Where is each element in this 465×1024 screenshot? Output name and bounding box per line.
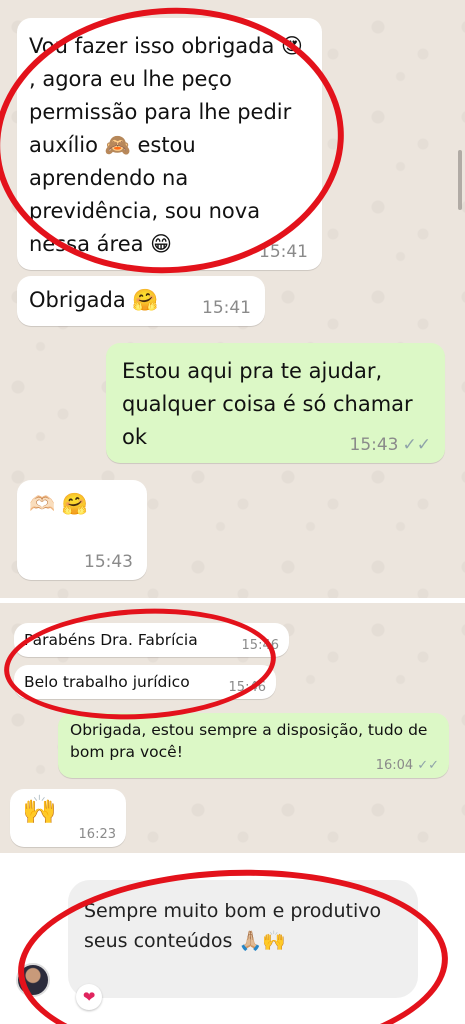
- message-time: 15:41: [202, 298, 251, 318]
- comment-text: Sempre muito bom e produtivo seus conteú…: [84, 900, 382, 952]
- incoming-message-bubble[interactable]: Vou fazer isso obrigada 😍 , agora eu lhe…: [17, 18, 322, 270]
- outgoing-message-bubble[interactable]: Obrigada, estou sempre a disposição, tud…: [58, 713, 449, 778]
- outgoing-message-bubble[interactable]: Estou aqui pra te ajudar, qualquer coisa…: [106, 343, 445, 463]
- message-text: Obrigada, estou sempre a disposição, tud…: [70, 721, 428, 761]
- incoming-message-bubble[interactable]: 🫶🏻 🤗 15:43: [17, 480, 147, 580]
- message-time: 16:23: [78, 827, 116, 842]
- avatar[interactable]: [16, 963, 50, 997]
- message-time: 16:04: [375, 758, 414, 773]
- message-text: Vou fazer isso obrigada 😍 , agora eu lhe…: [29, 34, 303, 256]
- message-meta: 16:04 ✓✓: [376, 758, 439, 773]
- comment-screenshot: Sempre muito bom e produtivo seus conteú…: [0, 858, 465, 1024]
- message-time: 15:46: [228, 680, 266, 695]
- message-time: 15:46: [241, 638, 279, 653]
- message-time: 15:41: [259, 242, 308, 262]
- heart-reaction-icon[interactable]: ❤: [76, 984, 102, 1010]
- incoming-message-bubble[interactable]: Belo trabalho jurídico 15:46: [14, 665, 276, 699]
- message-meta: 15:43 ✓✓: [350, 435, 432, 455]
- message-time: 15:43: [349, 435, 399, 455]
- message-time: 15:43: [84, 552, 133, 572]
- emoji-message: 🙌: [22, 793, 57, 826]
- read-receipt-icon: ✓✓: [417, 758, 439, 773]
- comment-bubble[interactable]: Sempre muito bom e produtivo seus conteú…: [68, 880, 418, 998]
- incoming-message-bubble[interactable]: Parabéns Dra. Fabrícia 15:46: [14, 623, 289, 657]
- chat-screenshot-1: Vou fazer isso obrigada 😍 , agora eu lhe…: [0, 0, 465, 598]
- incoming-message-bubble[interactable]: Obrigada 🤗 15:41: [17, 276, 265, 326]
- incoming-message-bubble[interactable]: 🙌 16:23: [10, 789, 126, 847]
- scroll-indicator[interactable]: [458, 150, 462, 210]
- read-receipt-icon: ✓✓: [402, 435, 432, 455]
- chat-screenshot-2: Parabéns Dra. Fabrícia 15:46 Belo trabal…: [0, 603, 465, 853]
- emoji-message: 🫶🏻 🤗: [29, 492, 88, 516]
